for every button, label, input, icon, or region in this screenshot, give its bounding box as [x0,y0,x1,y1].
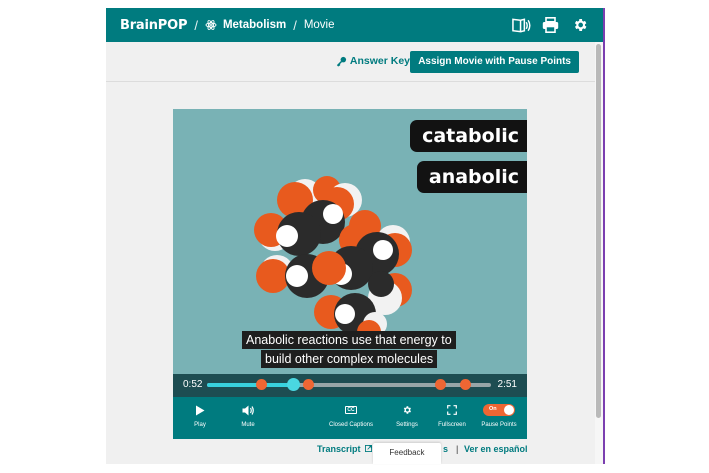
toggle-state-text: On [489,406,497,412]
pause-point-marker[interactable] [460,379,472,390]
progress-track[interactable] [207,378,491,391]
top-header-bar: BrainPOP / Metabolism / Movie [106,8,603,42]
transcript-link[interactable]: Transcript [317,444,373,454]
mute-button[interactable]: Mute [230,403,266,428]
breadcrumb-topic[interactable]: Metabolism [223,19,286,31]
assign-movie-button[interactable]: Assign Movie with Pause Points [410,51,579,73]
brainpop-logo[interactable]: BrainPOP [120,18,188,33]
atom-icon [205,20,217,30]
breadcrumb-current-page: Movie [303,19,335,31]
answer-key-label: Answer Key [349,55,410,67]
spanish-version-link[interactable]: Ver en español [464,444,528,454]
print-icon[interactable] [541,16,560,34]
movie-player: catabolic anabolic Anabolic reactions us… [173,109,527,439]
play-icon [195,403,205,417]
play-button[interactable]: Play [182,403,218,428]
settings-gear-icon[interactable] [570,16,589,34]
screen: BrainPOP / Metabolism / Movie Answer Key… [0,0,709,473]
transcript-label: Transcript [317,444,361,454]
pause-points-toggle[interactable]: On Pause Points [478,403,520,428]
settings-label: Settings [396,422,418,428]
player-controls: Play Mute CC Closed Captions Settings Fu… [173,397,527,439]
scrollbar-thumb[interactable] [596,44,601,418]
answer-key-link[interactable]: Answer Key [336,55,410,67]
key-icon [336,56,346,67]
toggle-switch: On [483,403,515,417]
mute-label: Mute [241,422,255,428]
related-link-partial[interactable]: s [443,444,448,454]
current-time: 0:52 [183,379,203,390]
toggle-knob [504,405,514,415]
gear-icon [402,403,412,417]
caption-line-2: build other complex molecules [261,350,438,368]
fullscreen-label: Fullscreen [438,422,466,428]
feedback-tab[interactable]: Feedback [373,443,441,464]
fullscreen-icon [447,403,457,417]
page-scrollbar[interactable] [595,42,603,464]
video-frame[interactable]: catabolic anabolic Anabolic reactions us… [173,109,527,374]
toggle-track: On [483,404,515,416]
external-link-icon [365,445,373,452]
caption-line-1: Anabolic reactions use that energy to [242,331,456,349]
closed-captions-label: Closed Captions [328,422,374,428]
read-aloud-icon[interactable] [512,16,531,34]
term-label-catabolic: catabolic [410,120,527,152]
closed-captions-button[interactable]: CC Closed Captions [321,403,381,428]
pause-points-label: Pause Points [481,422,517,428]
timeline-bar: 0:52 2:51 [173,374,527,397]
volume-icon [242,403,255,417]
brainpop-app: BrainPOP / Metabolism / Movie Answer Key… [106,8,603,464]
pause-point-marker[interactable] [255,379,267,390]
breadcrumb-separator: / [293,17,297,33]
fullscreen-button[interactable]: Fullscreen [432,403,472,428]
progress-fill [207,383,294,387]
closed-captions-icon: CC [345,406,357,414]
movie-links-row: Transcript s | Ver en español [106,444,603,464]
total-duration: 2:51 [497,379,517,390]
molecule-illustration [254,176,412,344]
link-divider: | [456,444,459,454]
window-edge [603,8,605,464]
playhead-scrubber[interactable] [287,378,301,391]
breadcrumb-separator: / [194,17,198,33]
pause-point-marker[interactable] [434,379,446,390]
movie-toolbar: Answer Key Assign Movie with Pause Point… [106,42,603,82]
settings-button[interactable]: Settings [389,403,425,428]
play-label: Play [194,422,206,428]
pause-point-marker[interactable] [302,379,314,390]
header-actions [512,16,589,34]
